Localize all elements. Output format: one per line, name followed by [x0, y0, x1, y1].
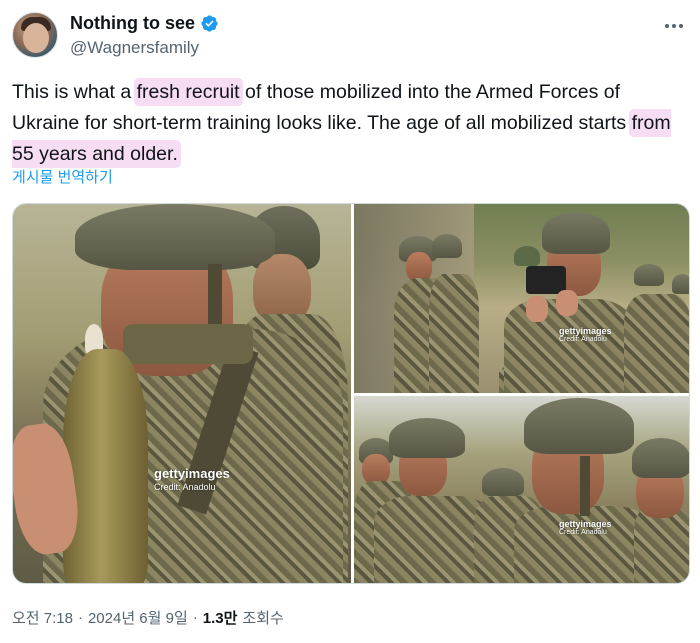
getty-brand: gettyimages [559, 519, 612, 529]
chin-strap [580, 456, 590, 516]
more-dot [665, 24, 669, 28]
soldier-helmet [524, 398, 634, 454]
getty-brand: gettyimages [154, 466, 230, 481]
tweet-time[interactable]: 오전 7:18 [12, 607, 73, 628]
soldier-face [362, 454, 390, 484]
more-dot [679, 24, 683, 28]
views-label: 조회수 [242, 610, 284, 627]
highlighted-text: fresh recruit [136, 81, 240, 103]
soldier-helmet [514, 246, 540, 266]
verified-badge-icon[interactable] [200, 14, 219, 33]
collar [123, 324, 253, 364]
author-name-row: Nothing to see [70, 13, 219, 34]
hand [556, 290, 578, 316]
soldier-helmet [389, 418, 465, 458]
avatar-face [23, 23, 49, 53]
soldier-uniform [514, 506, 654, 583]
getty-credit: Credit: Anadolu [559, 529, 607, 536]
soldier-helmet [672, 274, 689, 294]
photo-soldier-with-rocket[interactable]: gettyimages Credit: Anadolu [13, 204, 351, 583]
hand [526, 296, 548, 322]
soldier-uniform [429, 274, 479, 393]
views-count[interactable]: 1.3만 [203, 607, 238, 628]
soldier-uniform [624, 294, 689, 393]
tweet-date[interactable]: 2024년 6월 9일 [88, 607, 188, 628]
tweet-meta: 오전 7:18 · 2024년 6월 9일 · 1.3만 조회수 [12, 607, 284, 628]
photo-soldier-with-launcher[interactable]: gettyimages Credit: Anadolu [354, 204, 689, 393]
tweet-header: Nothing to see @Wagnersfamily [12, 10, 688, 62]
meta-separator: · [192, 609, 198, 626]
launcher-sight [526, 266, 566, 294]
soldier-helmet [482, 468, 524, 496]
soldier-helmet [542, 212, 610, 254]
more-dot [672, 24, 676, 28]
meta-separator: · [77, 609, 83, 626]
more-options-icon[interactable] [660, 14, 688, 38]
soldier-helmet [632, 438, 689, 478]
getty-watermark: gettyimages Credit: Anadolu [559, 326, 612, 343]
media-grid: gettyimages Credit: Anadolu gettyimages … [12, 203, 690, 584]
rpg-round [63, 349, 148, 583]
author-handle[interactable]: @Wagnersfamily [70, 38, 199, 58]
getty-credit: Credit: Anadolu [154, 482, 216, 492]
soldier-helmet [432, 234, 462, 258]
soldier-helmet [75, 204, 275, 270]
photo-soldiers-in-line[interactable]: gettyimages Credit: Anadolu [354, 396, 689, 583]
getty-watermark: gettyimages Credit: Anadolu [559, 519, 612, 536]
getty-credit: Credit: Anadolu [559, 336, 607, 343]
soldier-helmet [634, 264, 664, 286]
getty-watermark: gettyimages Credit: Anadolu [154, 466, 230, 492]
translate-post-link[interactable]: 게시물 번역하기 [12, 166, 113, 187]
tweet-text: This is what a fresh recruit of those mo… [12, 77, 688, 170]
author-display-name[interactable]: Nothing to see [70, 13, 195, 34]
author-avatar[interactable] [12, 12, 58, 58]
tweet-text-part: This is what a [12, 81, 137, 103]
getty-brand: gettyimages [559, 326, 612, 336]
